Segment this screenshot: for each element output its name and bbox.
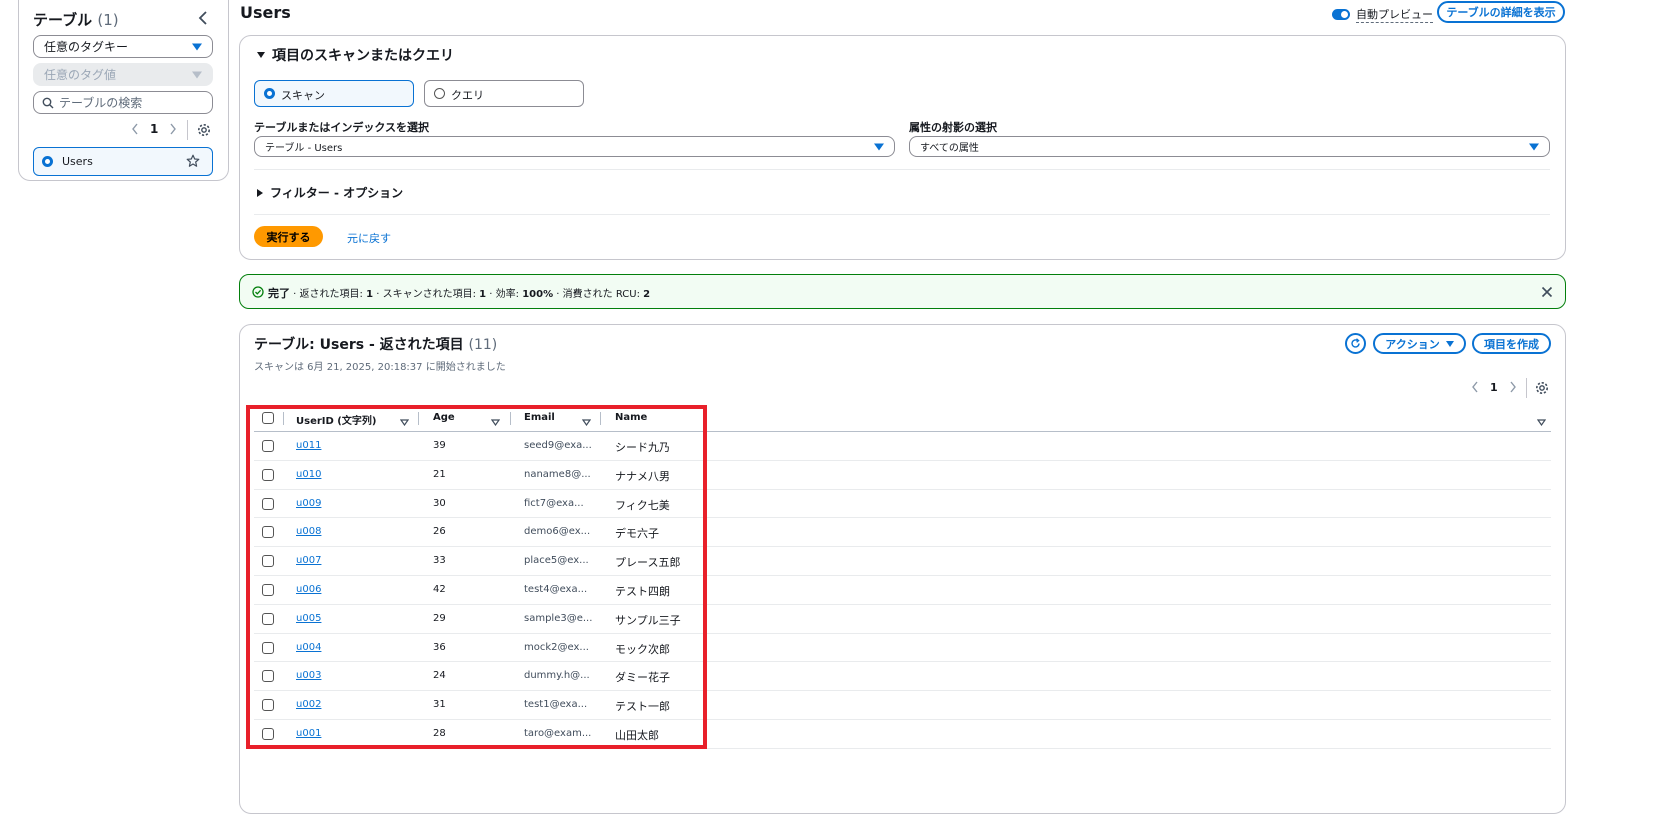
chevron-left-icon[interactable]	[1470, 380, 1480, 394]
sidebar-pagination: 1	[130, 122, 178, 136]
filter-expander[interactable]: フィルター - オプション	[256, 184, 403, 201]
projection-select[interactable]: すべての属性	[909, 136, 1550, 157]
search-icon	[42, 97, 54, 108]
success-banner: 完了 · 返された項目: 1 · スキャンされた項目: 1 · 効率: 100%…	[239, 274, 1566, 309]
sidebar-item-label: Users	[62, 155, 93, 168]
radio-selected-icon	[42, 156, 53, 167]
sidebar-divider	[187, 120, 188, 140]
results-subtitle: スキャンは 6月 21, 2025, 20:18:37 に開始されました	[254, 362, 506, 373]
sidebar-title-text: テーブル	[33, 11, 93, 29]
status-value: 2	[643, 289, 651, 300]
caret-right-icon	[257, 188, 263, 197]
search-placeholder: テーブルの検索	[59, 96, 143, 110]
sort-icon[interactable]	[1536, 415, 1547, 429]
sidebar-count: (1)	[97, 11, 119, 29]
star-icon[interactable]	[186, 154, 200, 168]
status-seg: · 効率:	[486, 289, 523, 300]
close-icon[interactable]	[1541, 286, 1553, 298]
view-table-details-button[interactable]: テーブルの詳細を表示	[1437, 1, 1565, 23]
chevron-right-icon[interactable]	[168, 122, 178, 136]
caret-down-icon	[257, 52, 265, 58]
sidebar-item-users[interactable]: Users	[33, 147, 213, 176]
results-count: (11)	[468, 337, 498, 353]
divider	[254, 214, 1550, 215]
results-title: テーブル: Users - 返された項目 (11)	[254, 334, 497, 354]
toggle-icon	[1332, 9, 1350, 20]
results-pagination: 1	[1470, 380, 1518, 394]
caret-down-icon	[1445, 340, 1454, 347]
refresh-icon	[1351, 338, 1360, 348]
auto-preview-toggle[interactable]: 自動プレビュー	[1332, 6, 1433, 23]
run-button[interactable]: 実行する	[254, 226, 323, 247]
scan-query-title: 項目のスキャンまたはクエリ	[272, 48, 454, 64]
tag-key-placeholder: 任意のタグキー	[44, 40, 129, 54]
results-page-number[interactable]: 1	[1490, 381, 1498, 394]
page-title: Users	[240, 3, 291, 22]
tag-key-select[interactable]: 任意のタグキー	[33, 35, 213, 58]
check-circle-icon	[252, 286, 264, 298]
chevron-down-icon	[192, 43, 202, 50]
status-value: 100%	[522, 289, 554, 300]
results-pagination-divider	[1526, 378, 1527, 398]
auto-preview-label: 自動プレビュー	[1356, 8, 1433, 23]
actions-label: アクション	[1385, 337, 1440, 351]
filter-label: フィルター - オプション	[270, 186, 404, 200]
tag-value-placeholder: 任意のタグ値	[44, 68, 117, 82]
status-strong: 完了	[268, 287, 290, 300]
sidebar-page-number[interactable]: 1	[150, 122, 158, 136]
table-index-label: テーブルまたはインデックスを選択	[254, 121, 430, 134]
sidebar-title: テーブル (1)	[33, 9, 119, 30]
status-seg: · スキャンされた項目:	[373, 289, 480, 300]
chevron-right-icon[interactable]	[1508, 380, 1518, 394]
status-seg: · 消費された RCU:	[553, 289, 644, 300]
projection-label: 属性の射影の選択	[909, 121, 997, 134]
radio-empty-icon	[434, 88, 445, 99]
query-label: クエリ	[451, 89, 484, 102]
scan-tile[interactable]: スキャン	[254, 80, 414, 107]
reset-link[interactable]: 元に戻す	[347, 230, 391, 246]
table-search-input[interactable]: テーブルの検索	[33, 91, 213, 114]
table-index-value: テーブル - Users	[265, 143, 343, 154]
gear-icon[interactable]	[197, 123, 211, 140]
chevron-left-icon[interactable]	[130, 122, 140, 136]
chevron-down-icon	[1529, 143, 1539, 150]
query-tile[interactable]: クエリ	[424, 80, 584, 107]
scan-label: スキャン	[281, 89, 325, 102]
divider	[254, 169, 1550, 170]
projection-value: すべての属性	[920, 143, 979, 154]
collapse-sidebar-icon[interactable]	[197, 10, 209, 29]
table-index-select[interactable]: テーブル - Users	[254, 136, 895, 157]
results-title-text: テーブル: Users - 返された項目	[254, 337, 464, 353]
tag-value-select: 任意のタグ値	[33, 63, 213, 86]
status-text: 完了 · 返された項目: 1 · スキャンされた項目: 1 · 効率: 100%…	[268, 285, 650, 301]
chevron-down-icon	[192, 71, 202, 78]
status-seg: · 返された項目:	[290, 289, 367, 300]
gear-icon[interactable]	[1535, 381, 1549, 398]
refresh-button[interactable]	[1345, 333, 1366, 354]
actions-button[interactable]: アクション	[1373, 333, 1466, 354]
scan-query-expander[interactable]: 項目のスキャンまたはクエリ	[256, 45, 454, 65]
chevron-down-icon	[874, 143, 884, 150]
highlight-box	[246, 405, 707, 749]
create-item-button[interactable]: 項目を作成	[1472, 333, 1551, 354]
radio-selected-icon	[264, 88, 275, 99]
